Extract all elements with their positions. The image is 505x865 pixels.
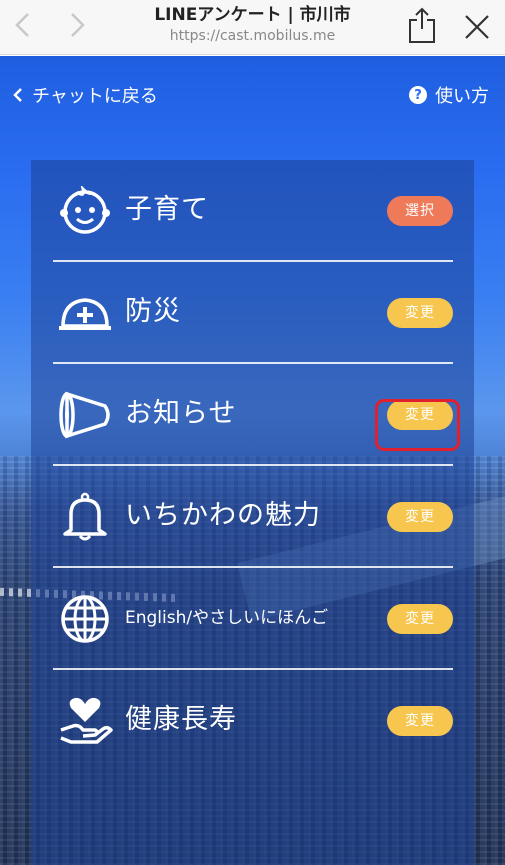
category-label: 子育て	[125, 194, 209, 225]
address-area[interactable]: LINEアンケート | 市川市 https://cast.mobilus.me	[120, 4, 385, 46]
category-label: いちかわの魅力	[125, 500, 321, 531]
browser-toolbar: LINEアンケート | 市川市 https://cast.mobilus.me	[0, 0, 505, 55]
how-to-use-label: 使い方	[435, 86, 489, 107]
page-url: https://cast.mobilus.me	[169, 28, 336, 44]
category-row-childcare[interactable]: 子育て 選択	[53, 160, 453, 262]
category-label: お知らせ	[125, 398, 237, 429]
page-title: LINEアンケート | 市川市	[154, 5, 351, 25]
helmet-icon	[59, 298, 111, 330]
help-icon: ?	[409, 86, 427, 104]
megaphone-icon	[59, 391, 110, 439]
category-panel: 子育て 選択 防災 変更 お知らせ 変更 いちかわの魅力 変更 English/…	[31, 160, 474, 865]
back-to-chat-label: チャットに戻る	[32, 86, 158, 107]
share-icon[interactable]	[405, 6, 439, 44]
category-row-english[interactable]: English/やさしいにほんご 変更	[53, 568, 453, 670]
chevron-left-icon	[13, 88, 22, 102]
category-label: 健康長寿	[125, 704, 237, 735]
bell-icon	[63, 492, 107, 541]
heart-hand-icon	[60, 697, 113, 744]
select-button[interactable]: 選択	[387, 196, 453, 226]
change-button[interactable]: 変更	[387, 706, 453, 736]
change-button[interactable]: 変更	[387, 502, 453, 532]
back-arrow-icon[interactable]	[8, 10, 38, 40]
close-icon[interactable]	[462, 12, 492, 42]
category-label: 防災	[125, 296, 181, 327]
how-to-use-link[interactable]: ? 使い方	[409, 82, 489, 108]
forward-arrow-icon[interactable]	[62, 10, 92, 40]
category-label: English/やさしいにほんご	[125, 608, 329, 628]
change-button[interactable]: 変更	[387, 298, 453, 328]
survey-page: チャットに戻る ? 使い方 子育て 選択 防災 変更 お知らせ 変更 いちかわの…	[0, 56, 505, 865]
globe-icon	[61, 595, 109, 643]
category-row-disaster[interactable]: 防災 変更	[53, 262, 453, 364]
back-to-chat-link[interactable]: チャットに戻る	[12, 82, 158, 108]
category-row-ichikawa-charm[interactable]: いちかわの魅力 変更	[53, 466, 453, 568]
baby-face-icon	[60, 186, 110, 234]
highlight-box	[375, 399, 460, 451]
change-button[interactable]: 変更	[387, 604, 453, 634]
category-row-health[interactable]: 健康長寿 変更	[53, 670, 453, 772]
